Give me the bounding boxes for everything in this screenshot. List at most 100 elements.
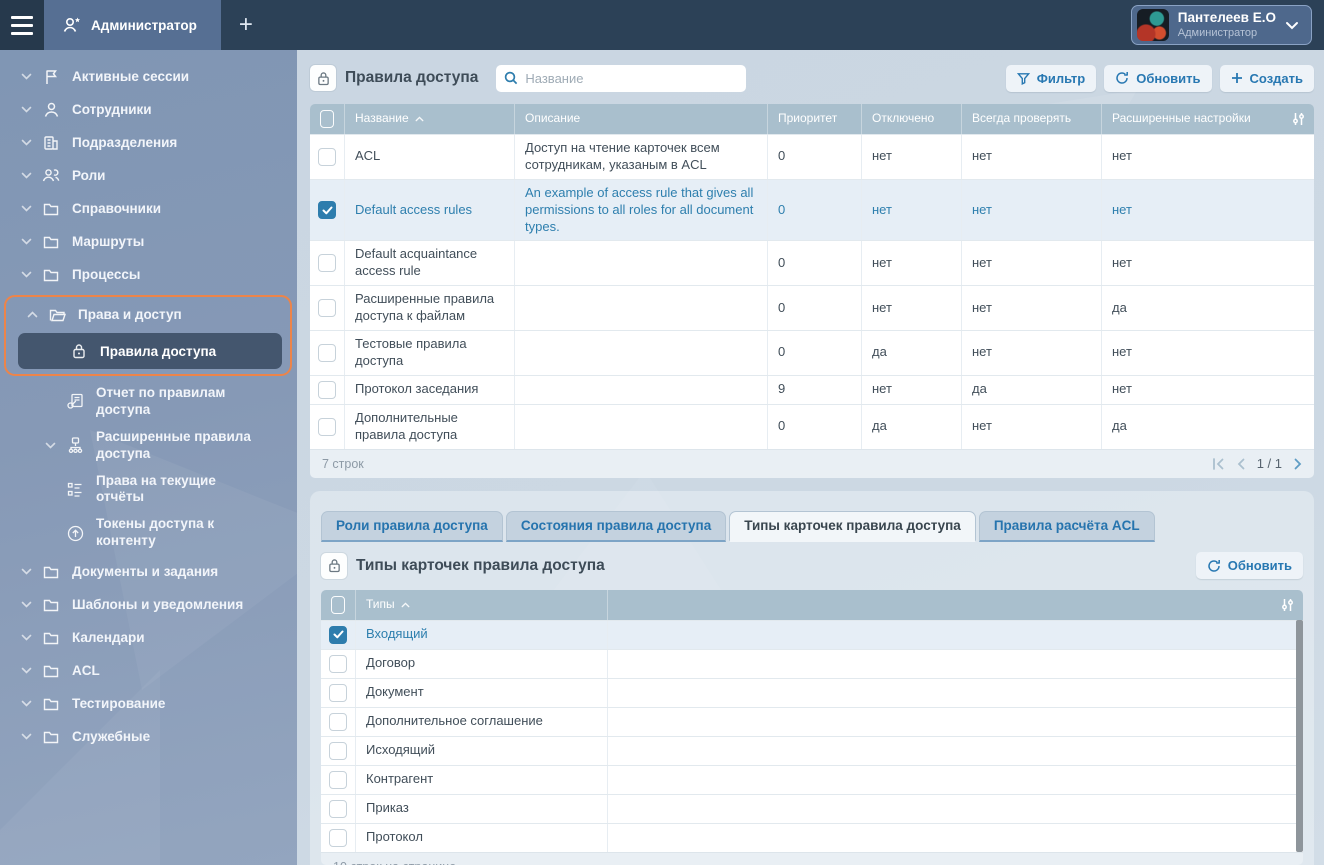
prev-page-icon[interactable]: [1237, 458, 1245, 470]
table-row[interactable]: Контрагент: [321, 764, 1303, 794]
table-row[interactable]: Дополнительные правила доступа 0 да нет …: [310, 403, 1314, 449]
filter-icon: [1016, 72, 1030, 85]
chevron-up-icon: [20, 311, 44, 318]
column-header-name[interactable]: Название: [345, 104, 515, 134]
table-row[interactable]: Тестовые правила доступа 0 да нет нет: [310, 330, 1314, 375]
sidebar-item-content-access-tokens[interactable]: Токены доступа к контенту: [0, 511, 297, 555]
row-checkbox[interactable]: [329, 654, 347, 673]
folder-open-icon: [44, 308, 70, 322]
row-checkbox[interactable]: [329, 770, 347, 789]
chevron-down-icon: [14, 73, 38, 80]
sidebar-item-roles[interactable]: Роли: [0, 159, 297, 192]
table-row-selected[interactable]: Входящий: [321, 619, 1303, 649]
column-settings-icon[interactable]: [1291, 112, 1306, 127]
refresh-button[interactable]: Обновить: [1104, 64, 1212, 92]
first-page-icon[interactable]: [1212, 457, 1225, 470]
sidebar-item-advanced-access-rules[interactable]: Расширенные правила доступа: [0, 424, 297, 468]
row-checkbox[interactable]: [318, 254, 336, 273]
sidebar-item-employees[interactable]: Сотрудники: [0, 93, 297, 126]
table-row[interactable]: Default acquaintance access rule 0 нет н…: [310, 240, 1314, 286]
table-row[interactable]: Дополнительное соглашение: [321, 706, 1303, 736]
vertical-scrollbar[interactable]: [1296, 619, 1303, 852]
topbar: Администратор + Пантелеев Е.О Администра…: [0, 0, 1324, 50]
chevron-down-icon: [14, 205, 38, 212]
sidebar-item-active-sessions[interactable]: Активные сессии: [0, 60, 297, 93]
user-menu[interactable]: Пантелеев Е.О Администратор: [1130, 5, 1312, 45]
row-checkbox[interactable]: [329, 683, 347, 702]
tab-states-access-rule[interactable]: Состояния правила доступа: [505, 510, 727, 542]
table-row[interactable]: Приказ: [321, 793, 1303, 823]
row-checkbox[interactable]: [318, 417, 336, 436]
select-all-checkbox[interactable]: [320, 110, 334, 128]
column-header-disabled[interactable]: Отключено: [862, 104, 962, 134]
sidebar-item-access-rules-report[interactable]: Отчет по правилам доступа: [0, 380, 297, 424]
row-checkbox[interactable]: [329, 799, 347, 818]
new-tab-button[interactable]: +: [221, 11, 271, 39]
sidebar-item-acl[interactable]: ACL: [0, 654, 297, 687]
column-header-advanced[interactable]: Расширенные настройки: [1102, 104, 1314, 134]
row-checkbox[interactable]: [318, 380, 336, 399]
avatar: [1136, 9, 1169, 41]
page-title: Правила доступа: [345, 69, 479, 86]
table-row[interactable]: Документ: [321, 677, 1303, 707]
sidebar-item-directories[interactable]: Справочники: [0, 192, 297, 225]
create-button[interactable]: Создать: [1219, 64, 1314, 92]
folder-icon: [38, 598, 64, 612]
column-settings-icon[interactable]: [1280, 597, 1295, 612]
section-title: Типы карточек правила доступа: [356, 556, 605, 574]
row-checkbox[interactable]: [329, 712, 347, 731]
report-key-icon: [62, 393, 88, 410]
table-row[interactable]: ACL Доступ на чтение карточек всем сотру…: [310, 134, 1314, 179]
column-header-description[interactable]: Описание: [515, 104, 768, 134]
tab-administrator[interactable]: Администратор: [44, 0, 221, 50]
sidebar-item-routes[interactable]: Маршруты: [0, 225, 297, 258]
table-row[interactable]: Расширенные правила доступа к файлам 0 н…: [310, 285, 1314, 331]
row-checkbox[interactable]: [329, 828, 347, 847]
sidebar-item-templates-and-notifications[interactable]: Шаблоны и уведомления: [0, 588, 297, 621]
detail-tabs: Роли правила доступа Состояния правила д…: [319, 510, 1305, 542]
sidebar-item-service[interactable]: Служебные: [0, 720, 297, 753]
rows-count: 10 строк на странице: [333, 860, 456, 865]
filter-button[interactable]: Фильтр: [1005, 64, 1097, 92]
next-page-icon[interactable]: [1294, 458, 1302, 470]
lock-icon: [66, 343, 92, 359]
table-row[interactable]: Протокол: [321, 822, 1303, 852]
tab-card-types-access-rule[interactable]: Типы карточек правила доступа: [729, 510, 976, 542]
sidebar-item-access-rules[interactable]: Правила доступа: [18, 333, 282, 369]
sidebar-item-processes[interactable]: Процессы: [0, 258, 297, 291]
table-row[interactable]: Договор: [321, 648, 1303, 678]
sidebar-item-testing[interactable]: Тестирование: [0, 687, 297, 720]
select-all-checkbox[interactable]: [331, 595, 345, 614]
column-header-priority[interactable]: Приоритет: [768, 104, 862, 134]
tab-roles-access-rule[interactable]: Роли правила доступа: [321, 510, 503, 542]
sidebar-item-calendars[interactable]: Календари: [0, 621, 297, 654]
sidebar-item-departments[interactable]: Подразделения: [0, 126, 297, 159]
rules-panel-header: Правила доступа Фильтр Обновить Создать: [310, 60, 1314, 96]
sidebar: Активные сессии Сотрудники Подразделения…: [0, 50, 297, 865]
sidebar-item-rights-and-access[interactable]: Права и доступ: [8, 298, 288, 331]
table-row[interactable]: Исходящий: [321, 735, 1303, 765]
sidebar-item-documents-and-tasks[interactable]: Документы и задания: [0, 555, 297, 588]
search-icon: [504, 71, 518, 85]
row-checkbox[interactable]: [318, 299, 336, 318]
column-header-always-check[interactable]: Всегда проверять: [962, 104, 1102, 134]
row-checkbox[interactable]: [318, 147, 336, 166]
row-checkbox[interactable]: [329, 741, 347, 760]
row-checkbox[interactable]: [318, 343, 336, 362]
search-input[interactable]: [525, 70, 739, 86]
table-row[interactable]: Протокол заседания 9 нет да нет: [310, 374, 1314, 404]
column-header-types[interactable]: Типы: [356, 589, 608, 620]
tab-acl-calculation-rules[interactable]: Правила расчёта ACL: [978, 510, 1155, 542]
sidebar-item-current-reports-rights[interactable]: Права на текущие отчёты: [0, 468, 297, 512]
chevron-down-icon: [38, 442, 62, 449]
chevron-down-icon: [14, 667, 38, 674]
hamburger-menu-button[interactable]: [0, 0, 44, 50]
table-row-selected[interactable]: Default access rules An example of acces…: [310, 178, 1314, 241]
row-checkbox-checked[interactable]: [318, 201, 336, 220]
row-checkbox-checked[interactable]: [329, 625, 347, 644]
tab-label: Администратор: [91, 17, 197, 33]
refresh-button[interactable]: Обновить: [1195, 552, 1303, 580]
person-star-icon: [62, 16, 82, 34]
checklist-icon: [62, 482, 88, 497]
chevron-down-icon: [14, 733, 38, 740]
